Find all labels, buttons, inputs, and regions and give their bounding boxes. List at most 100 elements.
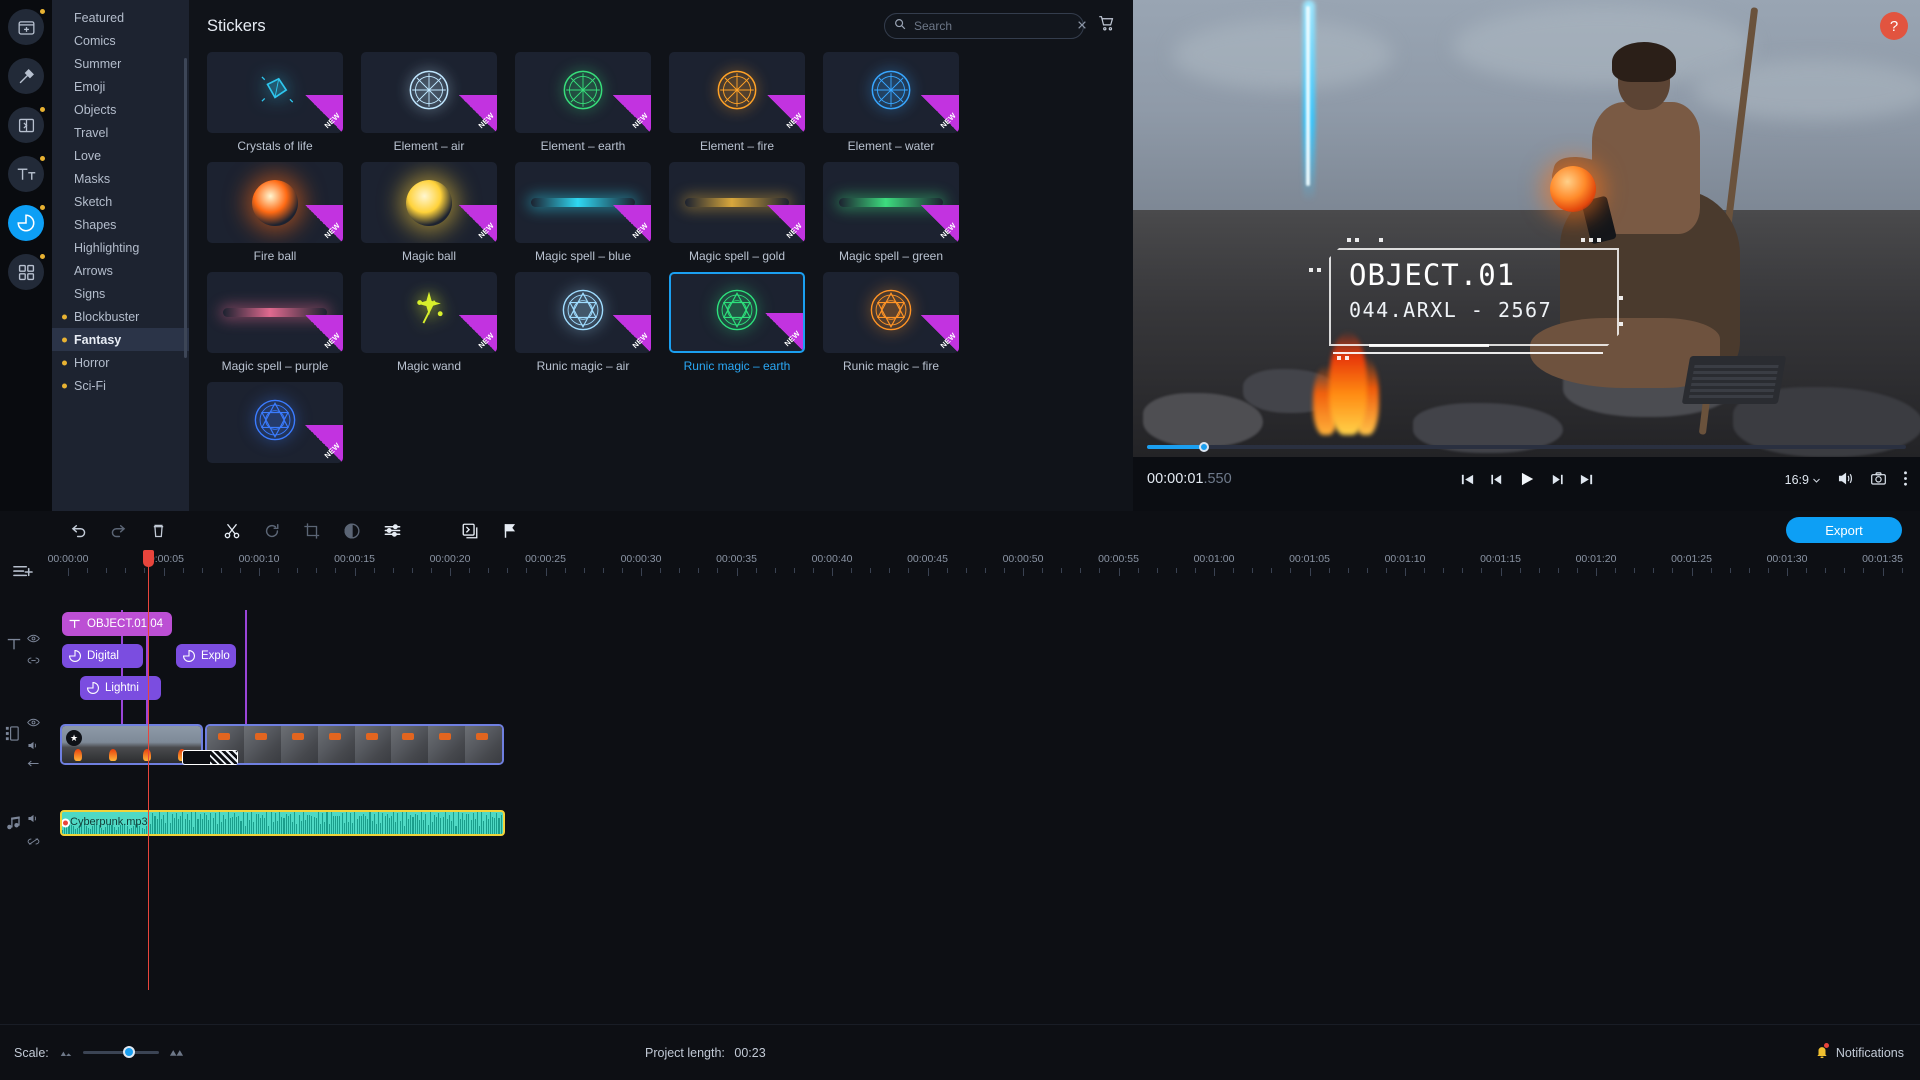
sticker-thumbnail[interactable]: NEW xyxy=(207,382,343,463)
sticker-item[interactable]: NEW Element – fire xyxy=(669,52,823,153)
category-item-sci-fi[interactable]: Sci-Fi xyxy=(52,374,189,397)
category-item-signs[interactable]: Signs xyxy=(52,282,189,305)
marker-button[interactable] xyxy=(490,515,530,547)
category-item-objects[interactable]: Objects xyxy=(52,98,189,121)
sticker-item[interactable]: NEW Magic ball xyxy=(361,162,515,263)
category-item-sketch[interactable]: Sketch xyxy=(52,190,189,213)
zoom-out-icon[interactable] xyxy=(59,1046,73,1060)
sticker-item[interactable]: NEW Runic magic – fire xyxy=(823,272,977,373)
clip-properties-button[interactable] xyxy=(450,515,490,547)
sticker-thumbnail[interactable]: NEW xyxy=(361,162,497,243)
rotate-button[interactable] xyxy=(252,515,292,547)
sticker-thumbnail[interactable]: NEW xyxy=(207,162,343,243)
category-item-arrows[interactable]: Arrows xyxy=(52,259,189,282)
sticker-thumbnail[interactable]: NEW xyxy=(669,162,805,243)
sticker-clip[interactable]: Explo xyxy=(176,644,236,668)
text-track-toggles[interactable] xyxy=(27,632,40,667)
sticker-thumbnail[interactable]: NEW xyxy=(207,272,343,353)
video-track-header[interactable] xyxy=(4,725,21,747)
category-item-travel[interactable]: Travel xyxy=(52,121,189,144)
more-options-button[interactable] xyxy=(1903,470,1908,490)
go-to-start-button[interactable] xyxy=(1460,472,1475,492)
sticker-item[interactable]: NEW Magic spell – gold xyxy=(669,162,823,263)
delete-button[interactable] xyxy=(138,515,178,547)
favorite-badge[interactable]: ★ xyxy=(66,730,82,746)
audio-track-toggles[interactable] xyxy=(27,812,40,848)
rail-button-transitions[interactable] xyxy=(8,107,45,143)
notifications-button[interactable]: Notifications xyxy=(1815,1042,1904,1062)
transition-marker[interactable] xyxy=(182,750,238,765)
sticker-thumbnail[interactable]: NEW xyxy=(515,272,651,353)
sticker-thumbnail[interactable]: NEW xyxy=(207,52,343,133)
clear-search-icon[interactable] xyxy=(1077,17,1087,35)
zoom-in-icon[interactable] xyxy=(169,1046,184,1060)
sticker-item[interactable]: NEW Magic spell – blue xyxy=(515,162,669,263)
snapshot-button[interactable] xyxy=(1870,470,1887,490)
audio-track-header[interactable] xyxy=(5,815,21,836)
sticker-thumbnail[interactable]: NEW xyxy=(361,272,497,353)
rail-button-stickers[interactable] xyxy=(8,205,45,241)
category-item-love[interactable]: Love xyxy=(52,144,189,167)
category-item-comics[interactable]: Comics xyxy=(52,29,189,52)
prev-frame-button[interactable] xyxy=(1489,472,1504,492)
seek-handle[interactable] xyxy=(1199,442,1209,452)
sticker-thumbnail[interactable]: NEW xyxy=(823,162,959,243)
cart-icon[interactable] xyxy=(1098,15,1115,37)
rail-button-media-import[interactable] xyxy=(8,9,45,45)
hud-overlay[interactable]: OBJECT.01 044.ARXL - 2567 xyxy=(1329,248,1619,346)
sticker-thumbnail[interactable]: NEW xyxy=(823,272,959,353)
playhead[interactable] xyxy=(143,550,154,990)
export-button[interactable]: Export xyxy=(1786,517,1902,543)
category-item-highlighting[interactable]: Highlighting xyxy=(52,236,189,259)
seek-bar[interactable] xyxy=(1147,442,1906,452)
category-scrollbar[interactable] xyxy=(184,58,187,358)
rail-button-more-tools[interactable] xyxy=(8,254,45,290)
aspect-ratio-dropdown[interactable]: 16:9 xyxy=(1785,473,1821,487)
play-button[interactable] xyxy=(1518,470,1536,493)
title-clip[interactable]: OBJECT.01 04 xyxy=(62,612,172,636)
scale-slider-handle[interactable] xyxy=(122,1046,135,1058)
sticker-item[interactable]: NEW Element – water xyxy=(823,52,977,153)
audio-clip[interactable]: Cyberpunk.mp3 xyxy=(60,810,505,836)
sticker-item[interactable]: NEW xyxy=(207,382,361,469)
properties-button[interactable] xyxy=(372,515,412,547)
sticker-item[interactable]: NEW Element – air xyxy=(361,52,515,153)
sticker-thumbnail[interactable]: NEW xyxy=(515,52,651,133)
next-frame-button[interactable] xyxy=(1550,472,1565,492)
sticker-item[interactable]: NEW Fire ball xyxy=(207,162,361,263)
undo-button[interactable] xyxy=(58,515,98,547)
sticker-item[interactable]: NEW Magic spell – purple xyxy=(207,272,361,373)
category-item-fantasy[interactable]: Fantasy xyxy=(52,328,189,351)
help-button[interactable]: ? xyxy=(1880,12,1908,40)
audio-record-handle[interactable] xyxy=(62,818,70,828)
rail-button-effects[interactable] xyxy=(8,58,44,94)
sticker-item[interactable]: NEW Runic magic – earth xyxy=(669,272,823,373)
category-item-masks[interactable]: Masks xyxy=(52,167,189,190)
sticker-item[interactable]: NEW Magic spell – green xyxy=(823,162,977,263)
sticker-item[interactable]: NEW Runic magic – air xyxy=(515,272,669,373)
sticker-clip[interactable]: Digital xyxy=(62,644,143,668)
sticker-item[interactable]: NEW Magic wand xyxy=(361,272,515,373)
sticker-thumbnail[interactable]: NEW xyxy=(823,52,959,133)
text-track-header[interactable] xyxy=(6,636,22,657)
search-box[interactable] xyxy=(884,13,1087,39)
crop-button[interactable] xyxy=(292,515,332,547)
video-clip[interactable] xyxy=(205,724,504,765)
category-item-shapes[interactable]: Shapes xyxy=(52,213,189,236)
volume-button[interactable] xyxy=(1837,470,1854,490)
add-track-button[interactable] xyxy=(12,562,33,588)
go-to-end-button[interactable] xyxy=(1579,472,1594,492)
sticker-thumbnail[interactable]: NEW xyxy=(669,272,805,353)
sticker-item[interactable]: NEW Crystals of life xyxy=(207,52,361,153)
video-track-toggles[interactable] xyxy=(27,716,40,770)
color-adjust-button[interactable] xyxy=(332,515,372,547)
sticker-thumbnail[interactable]: NEW xyxy=(515,162,651,243)
category-item-featured[interactable]: Featured xyxy=(52,6,189,29)
category-item-horror[interactable]: Horror xyxy=(52,351,189,374)
sticker-thumbnail[interactable]: NEW xyxy=(669,52,805,133)
split-button[interactable] xyxy=(212,515,252,547)
category-item-blockbuster[interactable]: Blockbuster xyxy=(52,305,189,328)
category-item-emoji[interactable]: Emoji xyxy=(52,75,189,98)
sticker-thumbnail[interactable]: NEW xyxy=(361,52,497,133)
scale-slider[interactable] xyxy=(82,1046,159,1058)
